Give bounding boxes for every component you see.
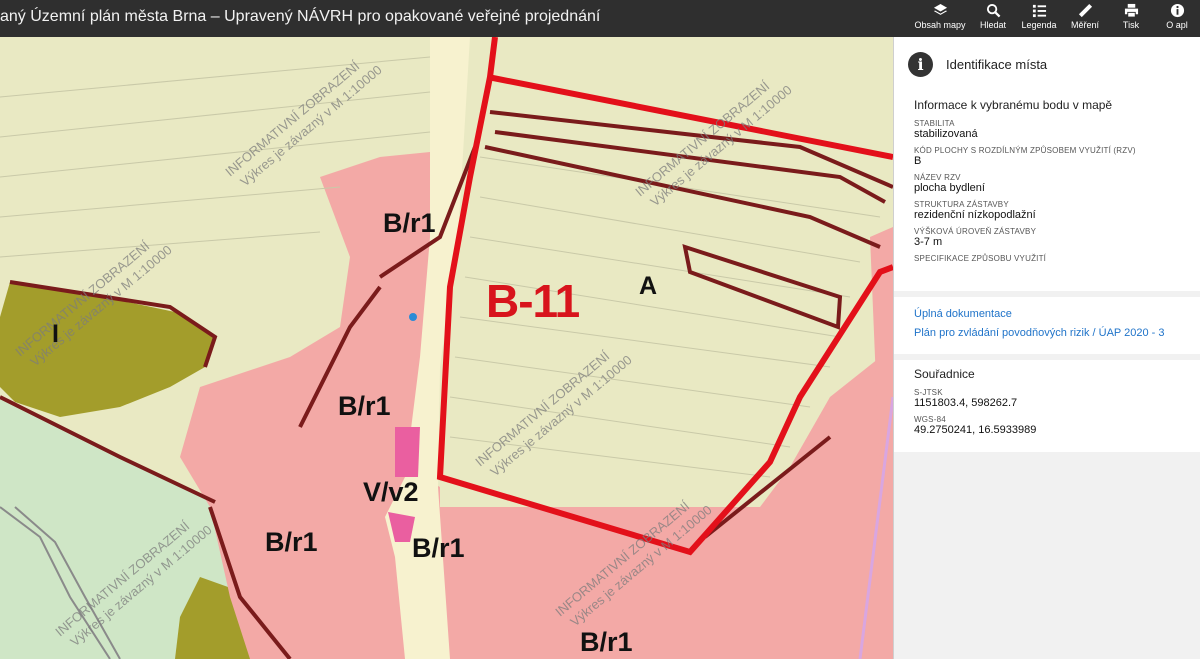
map-contents-label: Obsah mapy [914, 20, 966, 30]
print-label: Tisk [1122, 20, 1140, 30]
zone-label: B/r1 [383, 208, 436, 238]
print-button[interactable]: Tisk [1108, 0, 1154, 37]
zone-label: B/r1 [265, 527, 318, 557]
about-label: O apl [1166, 20, 1188, 30]
coord-key: WGS-84 [914, 415, 946, 424]
about-button[interactable]: O apl [1154, 0, 1200, 37]
zone-label: I [52, 320, 59, 348]
zone-label: B/r1 [580, 627, 633, 657]
search-label: Hledat [979, 20, 1006, 30]
field-value [914, 263, 1180, 275]
coord-value: 1151803.4, 598262.7 [914, 397, 1018, 409]
info-section-title: Informace k vybranému bodu v mapě [914, 98, 1113, 112]
panel-header: i Identifikace místa [894, 37, 1200, 91]
zone-label: A [639, 272, 658, 300]
field-value: rezidenční nízkopodlažní [914, 209, 1036, 221]
field-value: B [914, 155, 922, 167]
special-area [395, 427, 420, 477]
app-title: aný Územní plán města Brna – Upravený NÁ… [0, 8, 601, 25]
field-key: KÓD PLOCHY S ROZDÍLNÝM ZPŮSOBEM VYUŽITÍ … [914, 146, 1136, 155]
panel-title: Identifikace místa [946, 56, 1048, 72]
field-value: stabilizovaná [914, 128, 978, 140]
field-key: STABILITA [914, 119, 955, 128]
watermark-text: INFORMATIVNÍ ZOBRAZENÍ [632, 78, 772, 199]
watermark-text: INFORMATIVNÍ ZOBRAZENÍ [472, 348, 612, 469]
identify-panel: i Identifikace místa Informace k vybrané… [893, 37, 1200, 659]
coord-key: S-JTSK [914, 388, 943, 397]
field-value: 3-7 m [914, 236, 943, 248]
zone-code-label: B-11 [486, 275, 580, 327]
measure-label: Měření [1070, 20, 1099, 30]
map-graphics: INFORMATIVNÍ ZOBRAZENÍ Výkres je závazný… [0, 37, 893, 659]
print-icon [1124, 3, 1138, 18]
measure-button[interactable]: Měření [1062, 0, 1108, 37]
legend-button[interactable]: Legenda [1016, 0, 1062, 37]
selected-point [409, 313, 417, 321]
info-icon [1170, 3, 1184, 18]
zone-label: B/r1 [412, 533, 465, 563]
coord-value: 49.2750241, 16.5933989 [914, 424, 1037, 436]
fields-list: STABILITA stabilizovaná KÓD PLOCHY S ROZ… [914, 119, 1180, 275]
coords-section-title: Souřadnice [914, 367, 975, 381]
zone-label: B/r1 [338, 391, 391, 421]
field-key: VÝŠKOVÁ ÚROVEŇ ZÁSTAVBY [914, 227, 1037, 236]
field-key: STRUKTURA ZÁSTAVBY [914, 200, 1009, 209]
coords-card: Souřadnice S-JTSK 1151803.4, 598262.7 WG… [894, 360, 1200, 452]
search-button[interactable]: Hledat [970, 0, 1016, 37]
zone-label: V/v2 [363, 477, 419, 507]
documentation-link[interactable]: Úplná dokumentace [914, 308, 1180, 320]
field-key: SPECIFIKACE ZPŮSOBU VYUŽITÍ [914, 254, 1047, 263]
field-value: plocha bydlení [914, 182, 985, 194]
search-icon [986, 3, 1000, 18]
toolbar: Obsah mapy Hledat Legenda Měření Tisk O … [910, 0, 1200, 37]
legend-icon [1032, 4, 1046, 18]
watermark-text: Výkres je závazný v M 1:10000 [487, 352, 634, 479]
links-card: Úplná dokumentace Plán pro zvládání povo… [894, 297, 1200, 354]
ruler-icon [1078, 3, 1092, 18]
layers-icon [933, 3, 947, 15]
flood-plan-link[interactable]: Plán pro zvládání povodňových rizik / ÚA… [914, 327, 1180, 339]
field-key: NÁZEV RZV [914, 173, 961, 182]
map-canvas[interactable]: INFORMATIVNÍ ZOBRAZENÍ Výkres je závazný… [0, 37, 893, 659]
map-contents-button[interactable]: Obsah mapy [910, 0, 970, 37]
info-card: Informace k vybranému bodu v mapě STABIL… [894, 91, 1200, 291]
watermark-text: INFORMATIVNÍ ZOBRAZENÍ [222, 58, 362, 179]
info-icon: i [908, 51, 933, 77]
top-bar: aný Územní plán města Brna – Upravený NÁ… [0, 0, 1200, 37]
legend-label: Legenda [1021, 20, 1057, 30]
